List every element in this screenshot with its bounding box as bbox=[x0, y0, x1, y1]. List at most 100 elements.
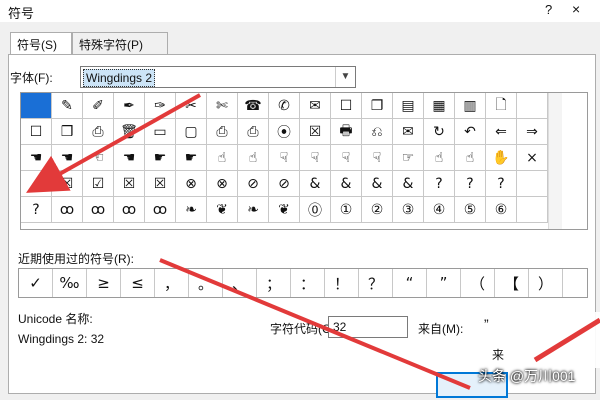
symbol-cell[interactable]: 🗑 bbox=[114, 119, 145, 145]
symbol-cell[interactable]: ☞ bbox=[393, 145, 424, 171]
symbol-cell[interactable]: ☒ bbox=[114, 171, 145, 197]
symbol-cell[interactable]: ? bbox=[455, 171, 486, 197]
recent-symbol-cell[interactable]: ， bbox=[155, 269, 189, 297]
symbol-cell[interactable]: ☒ bbox=[52, 171, 83, 197]
symbol-cell[interactable]: ▦ bbox=[424, 93, 455, 119]
symbol-cell[interactable]: ▥ bbox=[455, 93, 486, 119]
symbol-cell[interactable] bbox=[517, 197, 548, 223]
symbol-cell[interactable] bbox=[21, 93, 52, 119]
symbol-cell[interactable]: ☚ bbox=[21, 145, 52, 171]
symbol-cell[interactable]: ⎙ bbox=[83, 119, 114, 145]
symbol-cell[interactable]: ☚ bbox=[52, 145, 83, 171]
symbol-cell[interactable]: ⊗ bbox=[176, 171, 207, 197]
recent-symbol-cell[interactable]: ： bbox=[291, 269, 325, 297]
recent-symbol-cell[interactable]: ≥ bbox=[87, 269, 121, 297]
symbol-cell[interactable]: ④ bbox=[424, 197, 455, 223]
symbol-cell[interactable]: ☟ bbox=[300, 145, 331, 171]
recent-symbols-grid[interactable]: ✓ ‰ ≥ ≤，。、；：！？ “” （【） bbox=[18, 268, 588, 298]
symbol-cell[interactable]: ⎌ bbox=[362, 119, 393, 145]
symbol-cell[interactable]: ✎ bbox=[52, 93, 83, 119]
symbol-cell[interactable]: ⊘ bbox=[238, 171, 269, 197]
symbol-cell[interactable]: ⊘ bbox=[269, 171, 300, 197]
recent-symbol-cell[interactable]: ！ bbox=[325, 269, 359, 297]
symbol-cell[interactable]: ⓪ bbox=[300, 197, 331, 223]
symbol-cell[interactable]: ❧ bbox=[176, 197, 207, 223]
symbol-cell[interactable]: ↻ bbox=[424, 119, 455, 145]
symbol-cell[interactable]: ▭ bbox=[145, 119, 176, 145]
symbol-cell[interactable]: ꝏ bbox=[114, 197, 145, 223]
symbol-cell[interactable]: ☟ bbox=[269, 145, 300, 171]
symbol-cell[interactable]: ❧ bbox=[238, 197, 269, 223]
recent-symbol-cell[interactable]: “ bbox=[393, 269, 427, 297]
help-button[interactable]: ? bbox=[545, 2, 552, 17]
symbol-cell[interactable]: × bbox=[517, 145, 548, 171]
symbol-cell[interactable]: ❐ bbox=[362, 93, 393, 119]
symbol-cell[interactable]: ❦ bbox=[207, 197, 238, 223]
symbol-cell[interactable]: ✆ bbox=[269, 93, 300, 119]
symbol-cell[interactable]: ✒ bbox=[114, 93, 145, 119]
symbol-cell[interactable]: ☐ bbox=[331, 93, 362, 119]
symbol-cell[interactable]: ☝ bbox=[424, 145, 455, 171]
recent-symbol-cell[interactable]: （ bbox=[461, 269, 495, 297]
symbol-cell[interactable]: ⦿ bbox=[269, 119, 300, 145]
symbol-cell[interactable]: ☟ bbox=[362, 145, 393, 171]
symbol-cell[interactable]: ② bbox=[362, 197, 393, 223]
symbol-cell[interactable]: ⎙ bbox=[207, 119, 238, 145]
symbol-cell[interactable]: ☒ bbox=[145, 171, 176, 197]
tab-symbols[interactable]: 符号(S) bbox=[10, 32, 72, 55]
symbol-cell[interactable]: ⇐ bbox=[486, 119, 517, 145]
symbol-cell[interactable]: ✓ bbox=[21, 171, 52, 197]
symbol-cell[interactable]: ❦ bbox=[269, 197, 300, 223]
symbol-grid-scrollbar[interactable] bbox=[548, 93, 562, 229]
symbol-cell[interactable]: ✉ bbox=[393, 119, 424, 145]
symbol-cell[interactable]: ⑤ bbox=[455, 197, 486, 223]
symbol-cell[interactable]: ☑ bbox=[83, 171, 114, 197]
symbol-cell[interactable] bbox=[517, 93, 548, 119]
symbol-cell[interactable]: ① bbox=[331, 197, 362, 223]
symbol-cell[interactable]: ☐ bbox=[21, 119, 52, 145]
symbol-cell[interactable]: ? bbox=[21, 197, 52, 223]
recent-symbol-cell[interactable]: 。 bbox=[189, 269, 223, 297]
symbol-cell[interactable]: ③ bbox=[393, 197, 424, 223]
symbol-cell[interactable]: ✂ bbox=[176, 93, 207, 119]
recent-symbol-cell[interactable]: ✓ bbox=[19, 269, 53, 297]
symbol-cell[interactable]: ✐ bbox=[83, 93, 114, 119]
symbol-cell[interactable]: ❒ bbox=[52, 119, 83, 145]
symbol-cell[interactable]: 🖶 bbox=[331, 119, 362, 145]
symbol-cell[interactable]: ☛ bbox=[176, 145, 207, 171]
symbol-cell[interactable]: ⎙ bbox=[238, 119, 269, 145]
symbol-cell[interactable]: ✄ bbox=[207, 93, 238, 119]
char-code-input[interactable]: 32 bbox=[328, 316, 408, 338]
symbol-cell[interactable]: ▤ bbox=[393, 93, 424, 119]
recent-symbol-cell[interactable]: 、 bbox=[223, 269, 257, 297]
symbol-cell[interactable]: ꝏ bbox=[52, 197, 83, 223]
recent-symbol-cell[interactable]: 【 bbox=[495, 269, 529, 297]
recent-symbol-cell[interactable]: ？ bbox=[359, 269, 393, 297]
symbol-cell[interactable]: ⇒ bbox=[517, 119, 548, 145]
symbol-cell[interactable]: ☜ bbox=[83, 145, 114, 171]
recent-symbol-cell[interactable]: ； bbox=[257, 269, 291, 297]
symbol-cell[interactable]: ꝏ bbox=[145, 197, 176, 223]
chevron-down-icon[interactable]: ▼ bbox=[335, 67, 355, 87]
symbol-cell[interactable]: ☝ bbox=[207, 145, 238, 171]
font-dropdown[interactable]: Wingdings 2 ▼ bbox=[80, 66, 356, 88]
symbol-cell[interactable]: ☒ bbox=[300, 119, 331, 145]
symbol-cell[interactable]: ? bbox=[486, 171, 517, 197]
symbol-cell[interactable]: ☝ bbox=[455, 145, 486, 171]
symbol-cell[interactable]: ꝏ bbox=[83, 197, 114, 223]
symbol-cell[interactable]: & bbox=[362, 171, 393, 197]
symbol-cell[interactable]: ⑥ bbox=[486, 197, 517, 223]
close-button[interactable]: × bbox=[572, 1, 580, 17]
recent-symbol-cell[interactable]: ≤ bbox=[121, 269, 155, 297]
symbol-cell[interactable]: ? bbox=[424, 171, 455, 197]
symbol-cell[interactable]: & bbox=[300, 171, 331, 197]
symbol-cell[interactable]: ▢ bbox=[176, 119, 207, 145]
recent-symbol-cell[interactable]: ‰ bbox=[53, 269, 87, 297]
symbol-cell[interactable] bbox=[517, 171, 548, 197]
recent-symbol-cell[interactable]: ” bbox=[427, 269, 461, 297]
symbol-grid[interactable]: ✎ ✐ ✒ ✑ ✂ ✄ ☎ ✆ ✉ ☐ ❐ ▤ ▦ ▥ 🗋 ☐ ❒ ⎙ 🗑 ▭ ▢ ⎙ ⎙ ⦿ ☒ 🖶 ⎌ ✉ ↻ ↶ ⇐ ⇒ ☚ ☚ ☜ ☚ ☛ ☛ ☝ ☝… bbox=[20, 92, 588, 230]
symbol-cell[interactable]: ☝ bbox=[238, 145, 269, 171]
symbol-cell[interactable]: ☛ bbox=[145, 145, 176, 171]
symbol-cell[interactable]: ✑ bbox=[145, 93, 176, 119]
symbol-cell[interactable]: ⊗ bbox=[207, 171, 238, 197]
